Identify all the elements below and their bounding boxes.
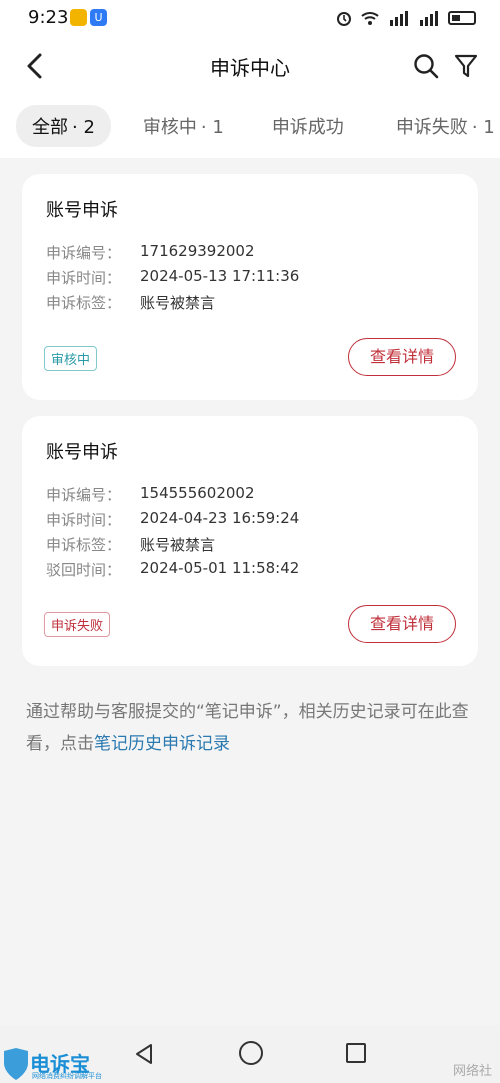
status-icons xyxy=(336,8,476,28)
tab-label: 审核中 xyxy=(142,117,197,138)
note-text: 通过帮助与客服提交的“笔记申诉”，相关历史记录可在此查看，点击 xyxy=(26,702,469,754)
history-note: 通过帮助与客服提交的“笔记申诉”，相关历史记录可在此查看，点击笔记历史申诉记录 xyxy=(26,696,476,760)
field-row: 申诉标签： 账号被禁言 xyxy=(46,292,215,313)
field-row: 申诉编号： 154555602002 xyxy=(46,484,255,505)
field-row: 驳回时间： 2024-05-01 11:58:42 xyxy=(46,559,299,580)
tab-label: 申诉失败 xyxy=(395,117,468,138)
tab-label: 申诉成功 xyxy=(271,117,344,138)
watermark-logo-sub: 网络消费纠纷调解平台 xyxy=(32,1072,102,1080)
battery-icon xyxy=(448,11,476,25)
wifi-icon xyxy=(361,12,379,25)
field-label: 申诉编号： xyxy=(46,244,122,262)
field-label: 申诉标签： xyxy=(46,294,122,312)
app-notification-icon xyxy=(70,9,87,26)
status-badge: 申诉失败 xyxy=(44,612,111,637)
card-title: 账号申诉 xyxy=(46,442,118,463)
search-icon[interactable] xyxy=(412,52,440,80)
filter-icon[interactable] xyxy=(452,52,480,80)
signal-icon-2 xyxy=(420,11,438,26)
signal-icon xyxy=(390,11,408,26)
field-label: 申诉编号： xyxy=(46,486,122,504)
nav-back-icon[interactable] xyxy=(132,1042,156,1066)
nav-recent-icon[interactable] xyxy=(346,1043,366,1063)
header-bar: 申诉中心 xyxy=(0,38,500,94)
alarm-icon xyxy=(337,12,351,26)
tab-count: · 2 xyxy=(72,117,95,138)
field-value: 2024-05-01 11:58:42 xyxy=(140,559,300,577)
tab-reviewing[interactable]: 审核中 · 1 xyxy=(127,105,240,147)
field-value: 账号被禁言 xyxy=(140,536,216,554)
status-bar: 9:23 U xyxy=(0,0,500,38)
field-value: 账号被禁言 xyxy=(140,294,216,312)
field-value: 154555602002 xyxy=(140,484,255,502)
appeal-card: 账号申诉 申诉编号： 171629392002 申诉时间： 2024-05-13 1… xyxy=(22,174,478,400)
tab-count: · 1 xyxy=(471,117,495,138)
field-value: 171629392002 xyxy=(140,242,255,260)
tab-failed[interactable]: 申诉失败 · 1 xyxy=(380,105,500,147)
card-title: 账号申诉 xyxy=(46,200,118,221)
field-value: 2024-05-13 17:11:36 xyxy=(140,267,300,285)
view-details-button[interactable]: 查看详情 xyxy=(348,338,456,376)
field-label: 申诉标签： xyxy=(46,536,122,554)
field-row: 申诉时间： 2024-05-13 17:11:36 xyxy=(46,267,299,288)
field-row: 申诉标签： 账号被禁言 xyxy=(46,534,215,555)
field-label: 申诉时间： xyxy=(46,511,122,529)
field-label: 申诉时间： xyxy=(46,269,122,287)
history-link[interactable]: 笔记历史申诉记录 xyxy=(94,734,230,754)
nav-home-icon[interactable] xyxy=(239,1041,263,1065)
field-value: 2024-04-23 16:59:24 xyxy=(140,509,300,527)
tab-success[interactable]: 申诉成功 xyxy=(256,105,364,147)
tab-all[interactable]: 全部 · 2 xyxy=(16,105,111,147)
status-tabs: 全部 · 2 审核中 · 1 申诉成功 申诉失败 · 1 xyxy=(0,94,500,158)
field-row: 申诉时间： 2024-04-23 16:59:24 xyxy=(46,509,299,530)
tab-count: · 1 xyxy=(200,117,224,138)
view-details-button[interactable]: 查看详情 xyxy=(348,605,456,643)
appeal-card: 账号申诉 申诉编号： 154555602002 申诉时间： 2024-04-23 1… xyxy=(22,416,478,666)
field-label: 驳回时间： xyxy=(46,561,122,579)
status-time: 9:23 xyxy=(28,7,69,28)
watermark-text: 网络社 xyxy=(452,1064,492,1079)
status-badge: 审核中 xyxy=(44,346,98,371)
field-row: 申诉编号： 171629392002 xyxy=(46,242,255,263)
tab-label: 全部 xyxy=(32,117,68,138)
shield-notification-icon: U xyxy=(90,9,107,26)
